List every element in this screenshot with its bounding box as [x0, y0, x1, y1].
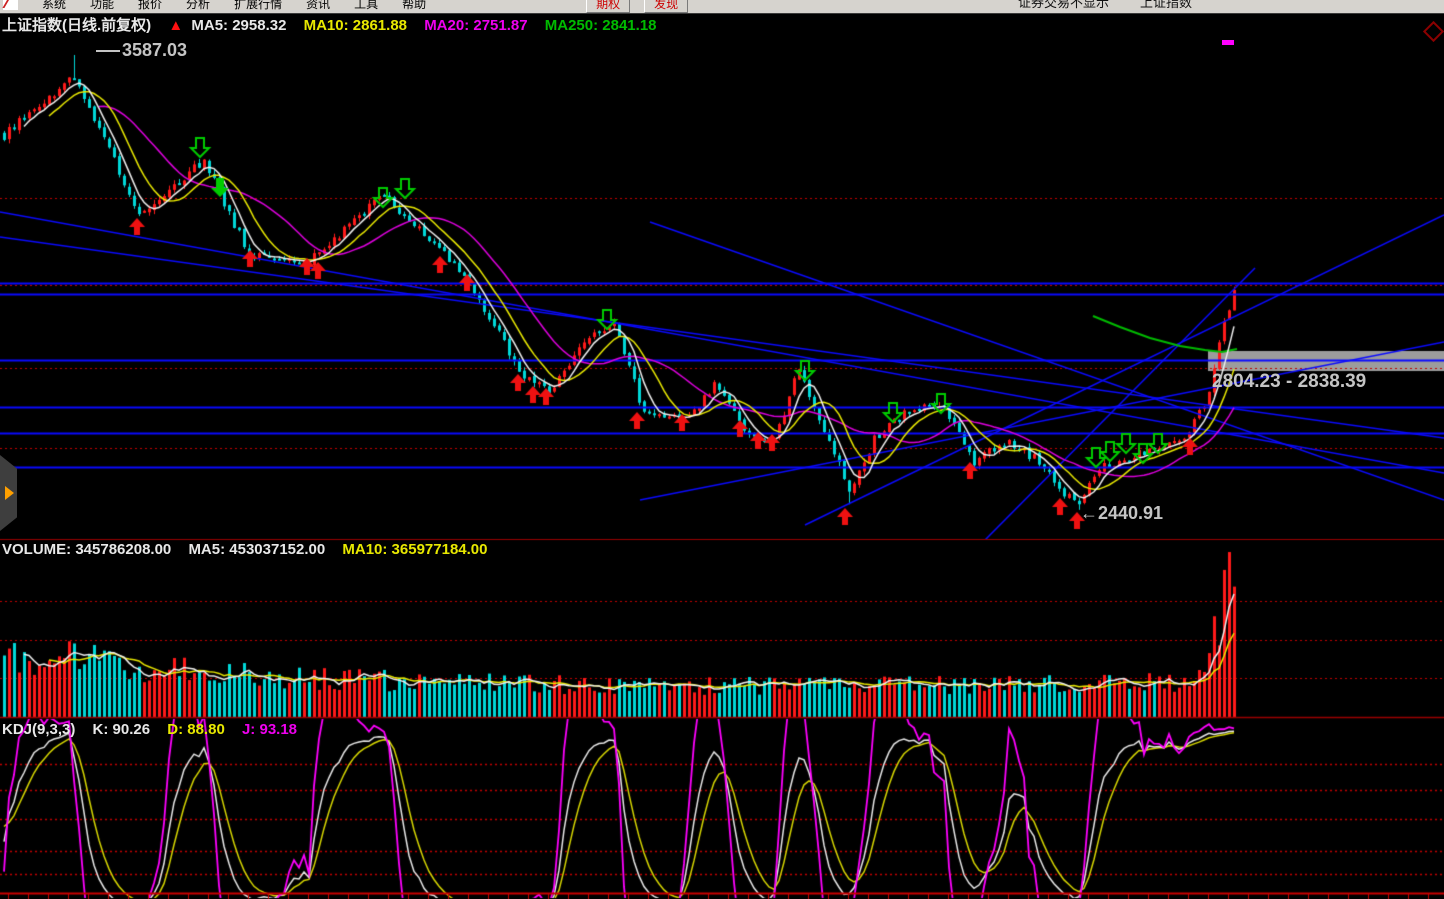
pointer-line: [96, 50, 120, 52]
ma250-value: MA250: 2841.18: [545, 17, 657, 34]
menu-item-tools[interactable]: 工具: [354, 0, 378, 12]
kdj-j-value: J: 93.18: [242, 721, 297, 738]
app-window: 系统 功能 报价 分析 扩展行情 资讯 工具 帮助 期权 发现 证券交易不显示 …: [0, 0, 1444, 899]
volume-value: VOLUME: 345786208.00: [2, 541, 171, 558]
menu-row: 系统 功能 报价 分析 扩展行情 资讯 工具 帮助 期权 发现: [0, 0, 1444, 13]
volume-panel-header: VOLUME: 345786208.00 MA5: 453037152.00 M…: [2, 541, 487, 558]
expand-arrow-icon: [5, 486, 14, 500]
menu-bar: 系统 功能 报价 分析 扩展行情 资讯 工具 帮助 期权 发现 证券交易不显示 …: [0, 0, 1444, 14]
menu-item-quotes[interactable]: 报价: [138, 0, 162, 12]
volume-ma10-value: MA10: 365977184.00: [342, 541, 487, 558]
kdj-k-value: K: 90.26: [93, 721, 151, 738]
low-price-label: ←2440.91: [1080, 503, 1163, 524]
menubar-index-name[interactable]: 上证指数: [1140, 0, 1192, 13]
chart-title: 上证指数(日线.前复权): [2, 17, 151, 34]
menu-item-analysis[interactable]: 分析: [186, 0, 210, 12]
kdj-panel-header: KDJ(9,3,3) K: 90.26 D: 88.80 J: 93.18: [2, 721, 297, 738]
kdj-title: KDJ(9,3,3): [2, 721, 75, 738]
menu-item-help[interactable]: 帮助: [402, 0, 426, 12]
chart-canvas[interactable]: [0, 0, 1444, 899]
volume-ma5-value: MA5: 453037152.00: [188, 541, 325, 558]
menu-item-system[interactable]: 系统: [42, 0, 66, 12]
kdj-d-value: D: 88.80: [167, 721, 225, 738]
menu-button-options[interactable]: 期权: [586, 0, 630, 13]
menu-item-extended-market[interactable]: 扩展行情: [234, 0, 282, 12]
menubar-status-text: 证券交易不显示: [1018, 0, 1109, 13]
peak-price-label: 3587.03: [96, 40, 187, 61]
main-chart-header: 上证指数(日线.前复权) ▲ MA5: 2958.32 MA10: 2861.8…: [2, 14, 657, 35]
ma10-value: MA10: 2861.88: [304, 17, 407, 34]
ma20-value: MA20: 2751.87: [424, 17, 527, 34]
app-logo-icon: [3, 0, 18, 10]
menu-item-function[interactable]: 功能: [90, 0, 114, 12]
menu-button-discover[interactable]: 发现: [644, 0, 688, 13]
left-arrow-icon: ←: [1080, 503, 1098, 523]
magenta-dash-marker: [1222, 40, 1234, 45]
ma5-value: MA5: 2958.32: [191, 17, 286, 34]
up-arrow-icon: ▲: [168, 17, 183, 34]
price-range-label: 2804.23 - 2838.39: [1212, 371, 1366, 393]
menu-item-news[interactable]: 资讯: [306, 0, 330, 12]
